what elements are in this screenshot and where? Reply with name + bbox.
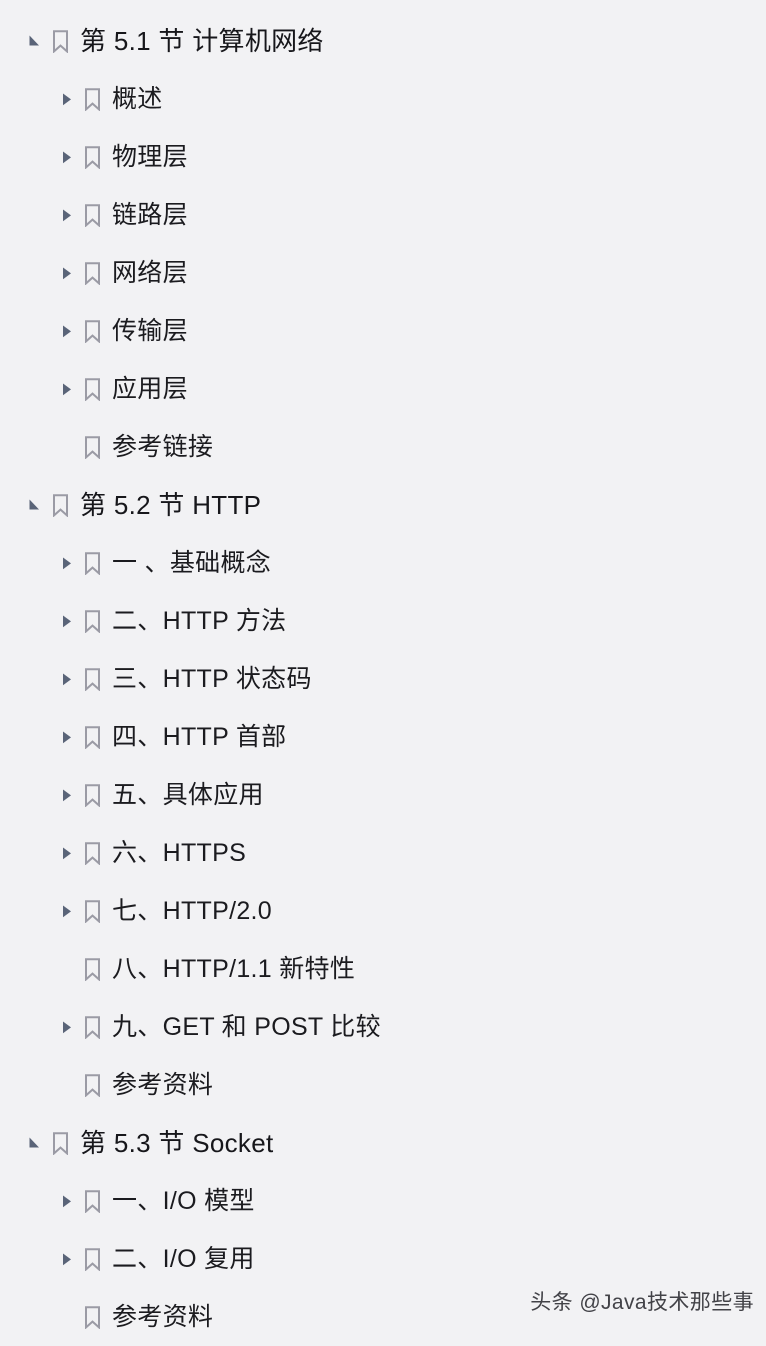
bookmark-icon [80, 318, 106, 344]
bookmark-row[interactable]: 概述 [0, 70, 766, 128]
triangle-right-icon[interactable] [58, 669, 80, 689]
triangle-down-icon[interactable] [26, 31, 48, 51]
bookmark-label: 概述 [112, 84, 163, 113]
bookmark-icon [80, 1304, 106, 1330]
bookmark-row[interactable]: 参考链接 [0, 418, 766, 476]
bookmark-icon [80, 666, 106, 692]
triangle-right-icon[interactable] [58, 263, 80, 283]
bookmark-icon [80, 202, 106, 228]
bookmark-row[interactable]: 八、HTTP/1.1 新特性 [0, 940, 766, 998]
bookmark-row[interactable]: 二、HTTP 方法 [0, 592, 766, 650]
bookmark-icon [80, 898, 106, 924]
bookmark-label: 五、具体应用 [112, 780, 264, 809]
triangle-right-icon[interactable] [58, 321, 80, 341]
bookmark-outline-panel: 第 5.1 节 计算机网络概述物理层链路层网络层传输层应用层参考链接第 5.2 … [0, 0, 766, 1334]
triangle-right-icon[interactable] [58, 785, 80, 805]
bookmark-row[interactable]: 四、HTTP 首部 [0, 708, 766, 766]
triangle-right-icon[interactable] [58, 379, 80, 399]
triangle-down-icon[interactable] [26, 1133, 48, 1153]
bookmark-icon [80, 376, 106, 402]
bookmark-label: 应用层 [112, 374, 188, 403]
bookmark-icon [48, 1130, 74, 1156]
bookmark-row[interactable]: 网络层 [0, 244, 766, 302]
bookmark-row[interactable]: 传输层 [0, 302, 766, 360]
triangle-right-icon[interactable] [58, 727, 80, 747]
triangle-right-icon[interactable] [58, 1191, 80, 1211]
bookmark-label: 参考链接 [112, 432, 214, 461]
bookmark-outline-list: 第 5.1 节 计算机网络概述物理层链路层网络层传输层应用层参考链接第 5.2 … [0, 12, 766, 1346]
bookmark-row[interactable]: 第 5.3 节 Socket [0, 1114, 766, 1172]
bookmark-icon [80, 1188, 106, 1214]
bookmark-icon [80, 782, 106, 808]
bookmark-label: 七、HTTP/2.0 [112, 896, 272, 925]
bookmark-label: 参考资料 [112, 1070, 214, 1099]
bookmark-row[interactable]: 物理层 [0, 128, 766, 186]
bookmark-row[interactable]: 九、GET 和 POST 比较 [0, 998, 766, 1056]
bookmark-icon [48, 492, 74, 518]
triangle-right-icon[interactable] [58, 901, 80, 921]
triangle-right-icon[interactable] [58, 205, 80, 225]
triangle-right-icon[interactable] [58, 147, 80, 167]
bookmark-icon [80, 724, 106, 750]
triangle-right-icon[interactable] [58, 89, 80, 109]
bookmark-label: 六、HTTPS [112, 838, 247, 867]
bookmark-label: 二、HTTP 方法 [112, 606, 287, 635]
bookmark-row[interactable]: 三、HTTP 状态码 [0, 650, 766, 708]
bookmark-label: 第 5.2 节 HTTP [80, 490, 262, 520]
triangle-right-icon[interactable] [58, 553, 80, 573]
bookmark-icon [80, 840, 106, 866]
bookmark-label: 链路层 [112, 200, 188, 229]
bookmark-row[interactable]: 六、HTTPS [0, 824, 766, 882]
bookmark-label: 第 5.1 节 计算机网络 [80, 26, 324, 56]
bookmark-icon [80, 608, 106, 634]
bookmark-icon [80, 144, 106, 170]
bookmark-icon [80, 86, 106, 112]
bookmark-row[interactable]: 一 、基础概念 [0, 534, 766, 592]
bookmark-row[interactable]: 七、HTTP/2.0 [0, 882, 766, 940]
bookmark-label: 一、I/O 模型 [112, 1186, 255, 1215]
bookmark-label: 一 、基础概念 [112, 548, 272, 577]
bookmark-row[interactable]: 链路层 [0, 186, 766, 244]
bookmark-label: 九、GET 和 POST 比较 [112, 1012, 381, 1041]
bookmark-row[interactable]: 二、I/O 复用 [0, 1230, 766, 1288]
bookmark-row[interactable]: 应用层 [0, 360, 766, 418]
bookmark-icon [80, 1014, 106, 1040]
bookmark-row[interactable]: 一、I/O 模型 [0, 1172, 766, 1230]
bookmark-row[interactable]: 参考资料 [0, 1056, 766, 1114]
bookmark-label: 三、HTTP 状态码 [112, 664, 312, 693]
bookmark-label: 四、HTTP 首部 [112, 722, 287, 751]
bookmark-label: 物理层 [112, 142, 188, 171]
bookmark-icon [80, 434, 106, 460]
bookmark-label: 二、I/O 复用 [112, 1244, 255, 1273]
bookmark-icon [80, 1246, 106, 1272]
bookmark-icon [80, 1072, 106, 1098]
bookmark-label: 参考资料 [112, 1302, 214, 1331]
triangle-right-icon[interactable] [58, 611, 80, 631]
bookmark-row[interactable]: 五、具体应用 [0, 766, 766, 824]
triangle-right-icon[interactable] [58, 1017, 80, 1037]
bookmark-icon [80, 260, 106, 286]
bookmark-icon [80, 550, 106, 576]
bookmark-icon [80, 956, 106, 982]
triangle-right-icon[interactable] [58, 1249, 80, 1269]
bookmark-row[interactable]: 第 5.1 节 计算机网络 [0, 12, 766, 70]
bookmark-icon [48, 28, 74, 54]
triangle-down-icon[interactable] [26, 495, 48, 515]
bookmark-label: 传输层 [112, 316, 188, 345]
bookmark-label: 八、HTTP/1.1 新特性 [112, 954, 356, 983]
bookmark-label: 网络层 [112, 258, 188, 287]
bookmark-row[interactable]: 第 5.2 节 HTTP [0, 476, 766, 534]
watermark-text: 头条 @Java技术那些事 [530, 1291, 754, 1314]
bookmark-label: 第 5.3 节 Socket [80, 1128, 274, 1158]
triangle-right-icon[interactable] [58, 843, 80, 863]
